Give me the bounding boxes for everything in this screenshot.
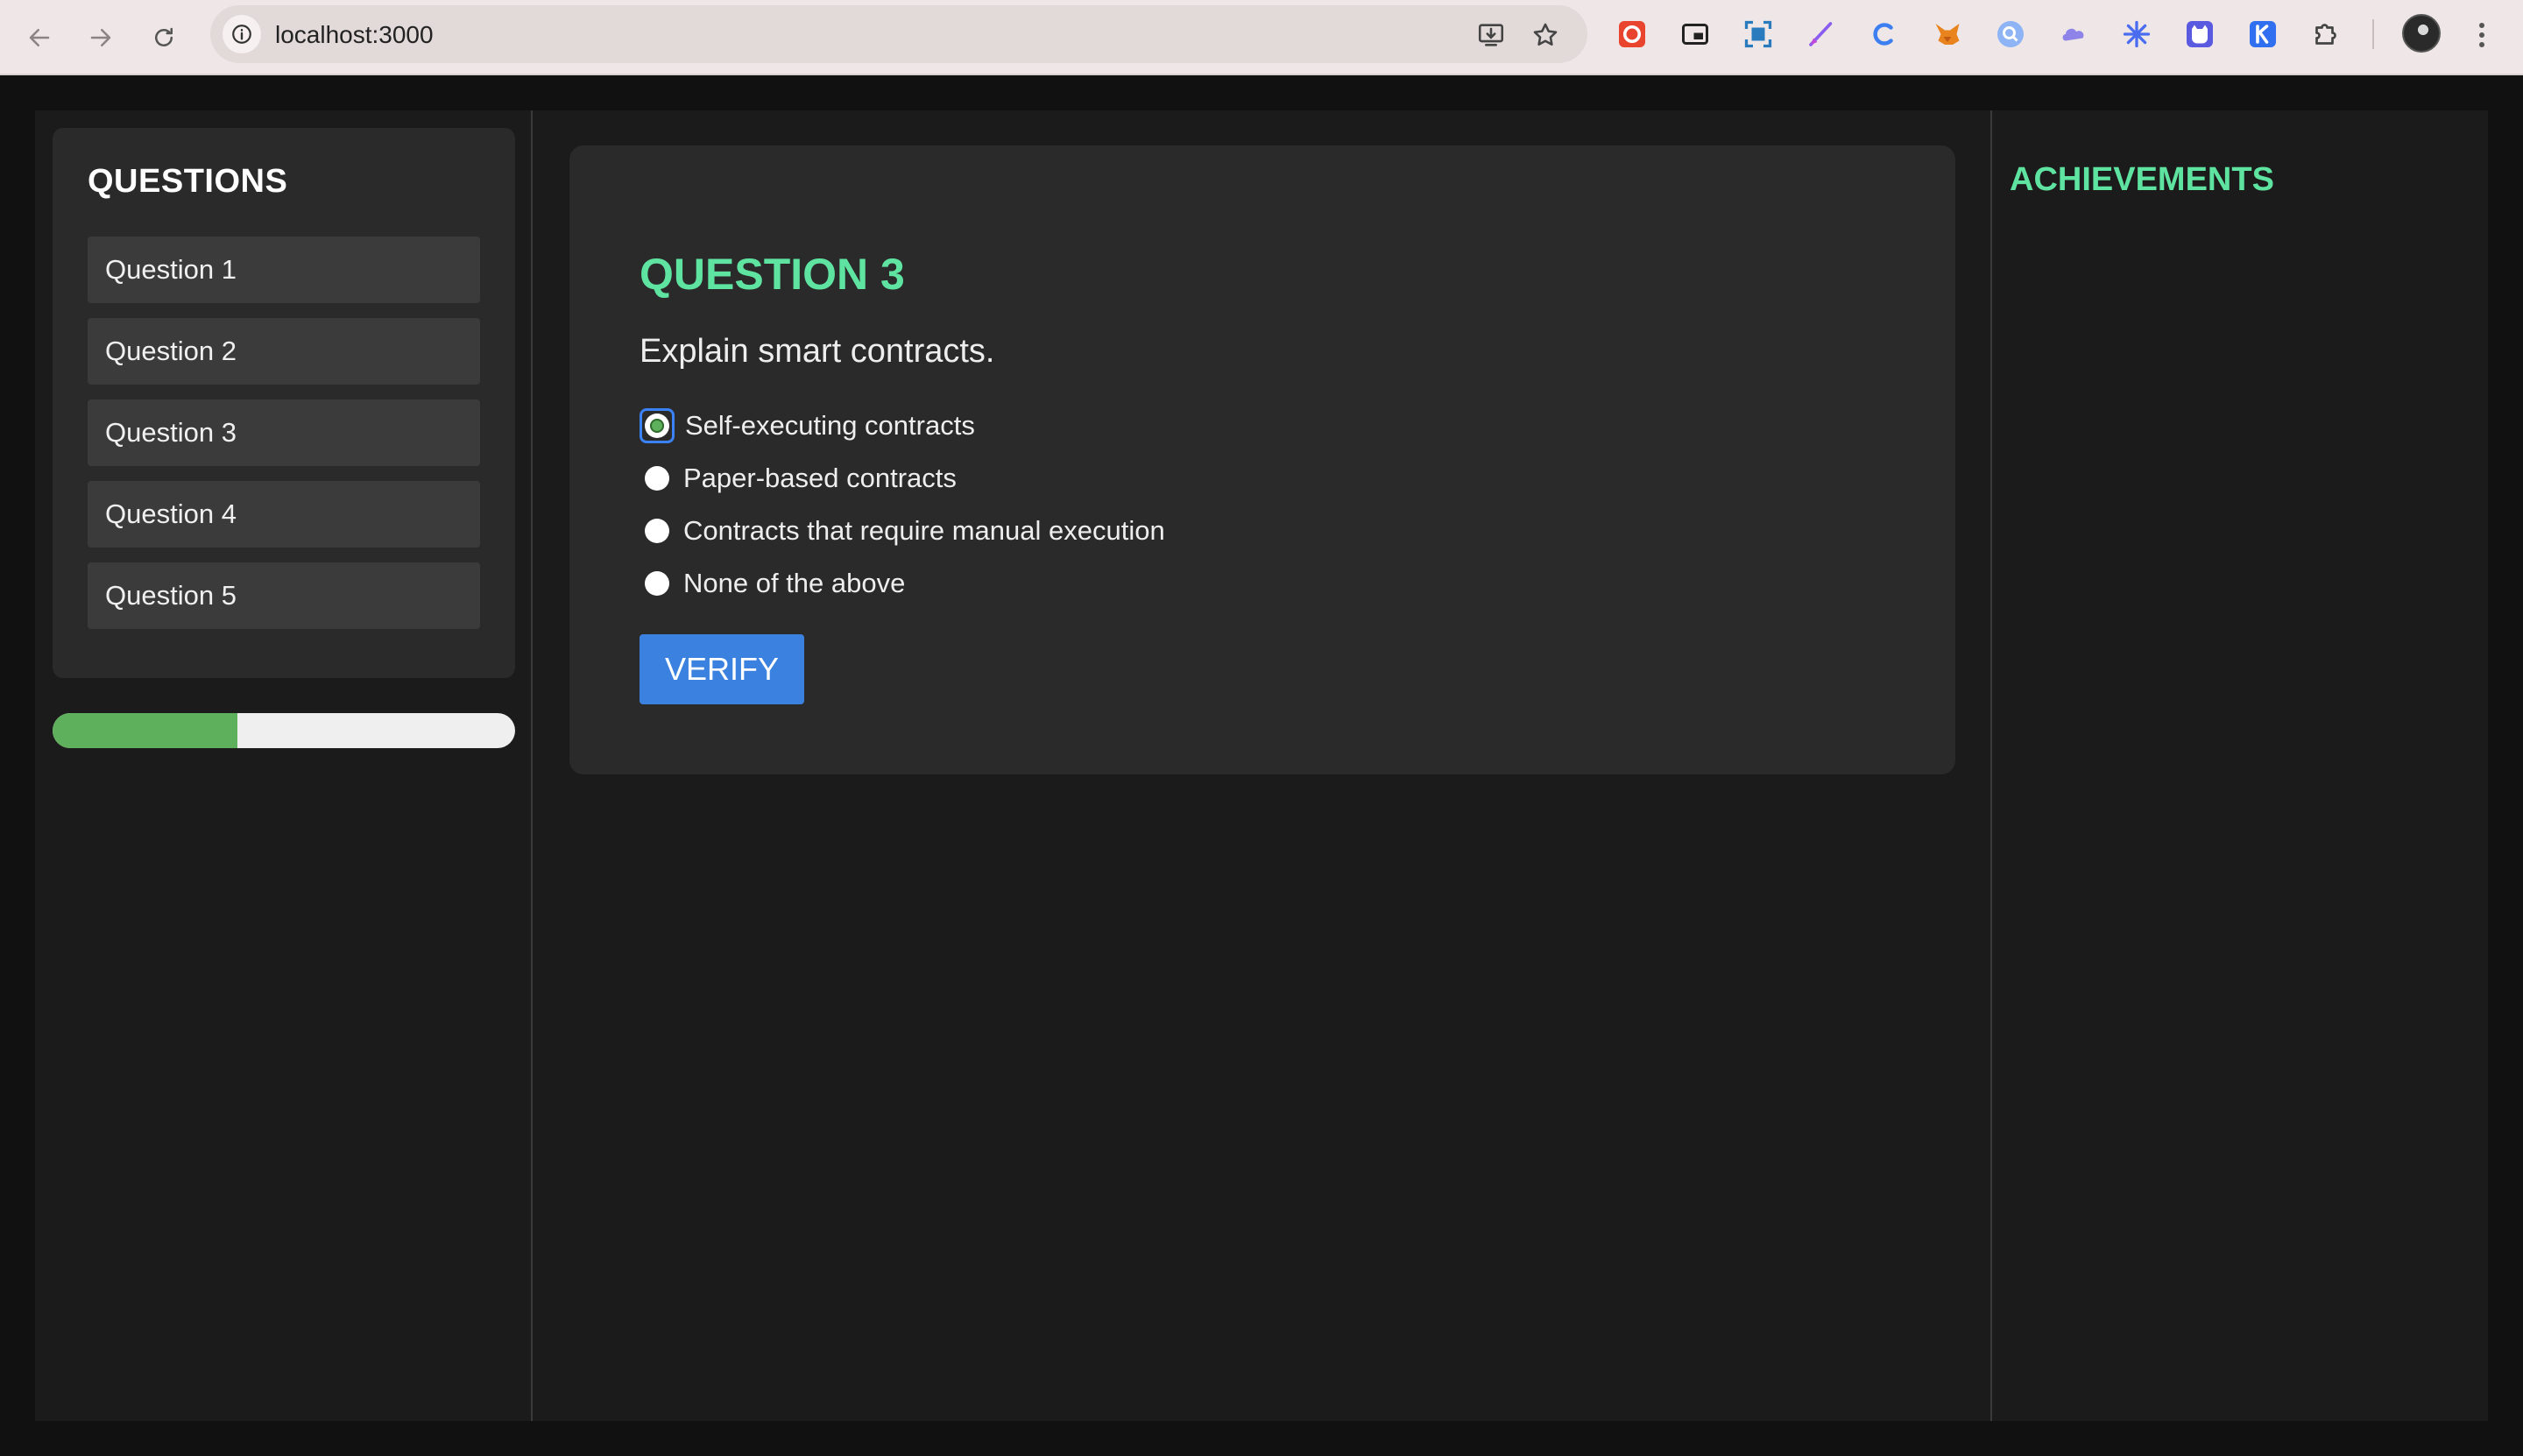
screenshot-icon[interactable] <box>1742 18 1775 51</box>
question-card: QUESTION 3 Explain smart contracts. Self… <box>569 145 1955 774</box>
menu-dot <box>2479 32 2484 38</box>
site-info-button[interactable] <box>223 15 261 53</box>
question-item-1[interactable]: Question 1 <box>88 237 480 303</box>
url-text[interactable]: localhost:3000 <box>275 22 434 48</box>
answer-options: Self-executing contracts Paper-based con… <box>640 399 1165 610</box>
k-extension-icon[interactable] <box>2246 18 2279 51</box>
radio-dot <box>650 419 664 433</box>
cat-icon[interactable] <box>2183 18 2216 51</box>
install-app-icon <box>1478 24 1504 46</box>
metamask-fox-icon[interactable] <box>1931 18 1964 51</box>
progress-bar <box>53 713 515 748</box>
achievements-heading: ACHIEVEMENTS <box>2010 161 2274 198</box>
pen-icon[interactable] <box>1805 18 1838 51</box>
answer-option-label: Paper-based contracts <box>683 463 957 493</box>
snowflake-icon[interactable] <box>2120 18 2153 51</box>
forward-button[interactable] <box>79 16 123 60</box>
address-bar[interactable]: localhost:3000 <box>210 5 1587 63</box>
answer-option-3[interactable]: Contracts that require manual execution <box>640 505 1165 557</box>
install-app-button[interactable] <box>1475 19 1507 51</box>
question-item-label: Question 1 <box>105 254 237 285</box>
answer-option-label: Contracts that require manual execution <box>683 515 1165 546</box>
progress-bar-fill <box>53 713 238 748</box>
browser-toolbar: localhost:3000 <box>0 0 2523 75</box>
question-item-label: Question 2 <box>105 336 237 366</box>
answer-option-2[interactable]: Paper-based contracts <box>640 452 1165 505</box>
answer-option-1[interactable]: Self-executing contracts <box>640 399 1165 452</box>
questions-sidebar: QUESTIONS Question 1 Question 2 Question… <box>35 110 533 1421</box>
radio-button-selected[interactable] <box>640 408 675 443</box>
opera-icon[interactable] <box>1615 18 1649 51</box>
forward-arrow-icon <box>90 29 111 46</box>
search-lens-icon[interactable] <box>1994 18 2027 51</box>
question-item-label: Question 4 <box>105 498 237 529</box>
question-item-5[interactable]: Question 5 <box>88 562 480 629</box>
menu-dot <box>2479 23 2484 29</box>
back-arrow-icon <box>29 29 50 46</box>
question-text: Explain smart contracts. <box>640 333 995 370</box>
menu-dot <box>2479 41 2484 47</box>
main-content: QUESTION 3 Explain smart contracts. Self… <box>534 110 1990 1421</box>
verify-button[interactable]: VERIFY <box>640 634 804 704</box>
question-item-2[interactable]: Question 2 <box>88 318 480 385</box>
radio-ring <box>645 413 669 438</box>
question-item-label: Question 5 <box>105 580 237 611</box>
info-icon <box>232 25 251 44</box>
cloud-icon[interactable] <box>2057 18 2090 51</box>
puzzle-icon[interactable] <box>2309 18 2343 51</box>
radio-button[interactable] <box>645 519 669 543</box>
question-list: Question 1 Question 2 Question 3 Questio… <box>88 237 480 644</box>
toolbar-divider <box>2372 19 2374 49</box>
answer-option-4[interactable]: None of the above <box>640 557 1165 610</box>
question-title: QUESTION 3 <box>640 250 905 299</box>
answer-option-label: None of the above <box>683 568 906 598</box>
c-extension-icon[interactable] <box>1868 18 1901 51</box>
radio-button[interactable] <box>645 571 669 596</box>
radio-button[interactable] <box>645 466 669 491</box>
question-item-3[interactable]: Question 3 <box>88 399 480 466</box>
back-button[interactable] <box>18 16 61 60</box>
reload-button[interactable] <box>142 16 186 60</box>
answer-option-label: Self-executing contracts <box>685 410 975 441</box>
star-icon <box>1533 23 1558 46</box>
quiz-app: QUESTIONS Question 1 Question 2 Question… <box>35 110 2488 1421</box>
questions-heading: QUESTIONS <box>88 163 288 200</box>
picture-in-picture-icon[interactable] <box>1678 18 1712 51</box>
question-item-4[interactable]: Question 4 <box>88 481 480 548</box>
question-item-label: Question 3 <box>105 417 237 448</box>
bookmark-button[interactable] <box>1530 19 1561 51</box>
browser-menu-button[interactable] <box>2469 16 2495 54</box>
achievements-sidebar: ACHIEVEMENTS <box>1990 110 2488 1421</box>
questions-panel: QUESTIONS Question 1 Question 2 Question… <box>53 128 515 678</box>
reload-icon <box>155 27 173 46</box>
profile-avatar[interactable] <box>2402 14 2441 53</box>
